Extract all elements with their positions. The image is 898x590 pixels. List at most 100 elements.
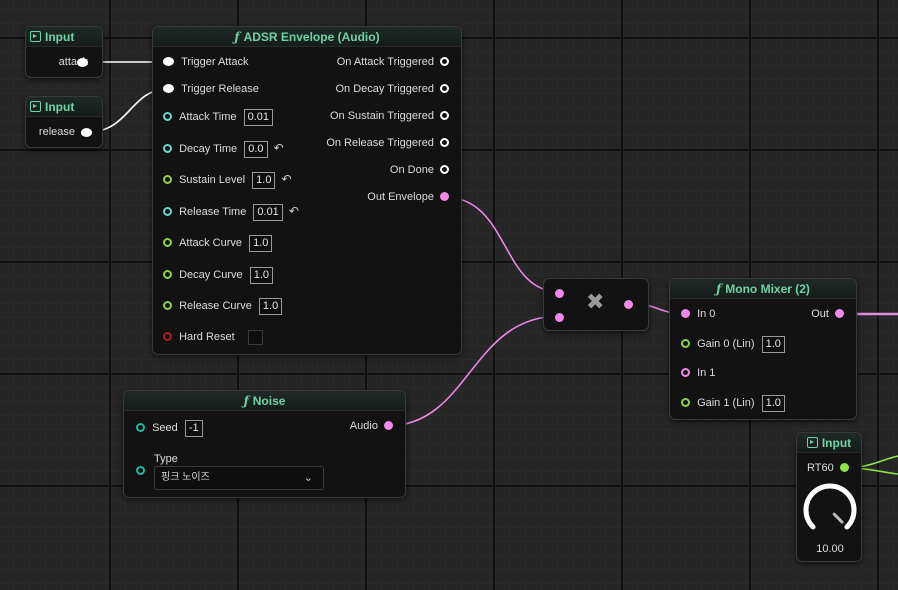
reset-arrow-icon[interactable]: ↶ — [289, 204, 299, 218]
trigger-attack-pin[interactable] — [163, 57, 174, 66]
rt60-output-label: RT60 — [807, 462, 834, 474]
rt60-knob-value: 10.00 — [816, 543, 844, 555]
sustain-level-label: Sustain Level — [179, 174, 246, 187]
multiply-icon: ✖ — [586, 289, 605, 314]
mixer-gain0-pin[interactable] — [681, 339, 690, 349]
decay-time-row: Decay Time 0.0 ↶ — [163, 141, 284, 158]
multiply-node[interactable]: ✖ — [543, 278, 649, 331]
trigger-release-row: Trigger Release — [163, 83, 259, 95]
on-sustain-triggered-row: On Sustain Triggered — [330, 110, 449, 122]
mixer-gain0-row: Gain 0 (Lin) 1.0 — [681, 336, 785, 353]
on-attack-triggered-row: On Attack Triggered — [337, 56, 449, 68]
decay-time-pin[interactable] — [163, 144, 172, 154]
on-sustain-triggered-pin[interactable] — [440, 111, 449, 120]
mixer-gain0-field[interactable]: 1.0 — [761, 336, 785, 353]
attack-output-pin[interactable] — [77, 58, 88, 67]
release-time-pin[interactable] — [163, 207, 172, 217]
attack-curve-label: Attack Curve — [179, 237, 243, 250]
sustain-level-pin[interactable] — [163, 175, 172, 185]
mixer-out-pin[interactable] — [835, 309, 844, 318]
adsr-title: ƒ ADSR Envelope (Audio) — [153, 27, 461, 47]
mixer-gain1-field[interactable]: 1.0 — [761, 395, 785, 412]
input-node-icon — [30, 101, 41, 112]
knob-pointer — [832, 512, 844, 524]
attack-curve-field[interactable]: 1.0 — [249, 235, 273, 252]
mixer-in1-row: In 1 — [681, 367, 715, 379]
hard-reset-row: Hard Reset — [163, 330, 263, 345]
seed-field[interactable]: -1 — [184, 420, 203, 437]
rt60-knob-graphic — [803, 483, 857, 530]
mixer-gain1-pin[interactable] — [681, 398, 690, 408]
decay-curve-pin[interactable] — [163, 270, 172, 280]
decay-curve-row: Decay Curve 1.0 — [163, 267, 273, 284]
release-time-label: Release Time — [179, 206, 247, 219]
input-rt60-title: Input — [797, 433, 861, 453]
seed-row: Seed -1 — [136, 420, 203, 437]
trigger-attack-label: Trigger Attack — [181, 56, 249, 68]
release-output-pin[interactable] — [81, 128, 92, 137]
on-release-triggered-label: On Release Triggered — [326, 137, 434, 149]
input-rt60-node[interactable]: Input RT60 10.00 — [796, 432, 862, 562]
noise-title: ƒ Noise — [124, 391, 405, 411]
trigger-attack-row: Trigger Attack — [163, 56, 249, 68]
knob-arc — [803, 483, 857, 530]
mono-mixer-node[interactable]: ƒ Mono Mixer (2) In 0 Gain 0 (Lin) 1.0 In… — [669, 278, 857, 420]
multiply-input-a-pin[interactable] — [555, 289, 564, 298]
noise-audio-pin[interactable] — [384, 421, 393, 430]
reset-arrow-icon[interactable]: ↶ — [282, 172, 292, 186]
function-icon: ƒ — [716, 282, 722, 296]
attack-time-field[interactable]: 0.01 — [243, 109, 274, 126]
decay-time-field[interactable]: 0.0 — [244, 141, 268, 158]
seed-pin[interactable] — [136, 423, 145, 433]
noise-node[interactable]: ƒ Noise Seed -1 Type 핑크 노이즈 ⌄ Audio — [123, 390, 406, 498]
attack-curve-pin[interactable] — [163, 238, 172, 248]
adsr-envelope-node[interactable]: ƒ ADSR Envelope (Audio) Trigger Attack Tr… — [152, 26, 462, 355]
seed-label: Seed — [152, 422, 178, 435]
rt60-output-row: RT60 — [807, 462, 849, 474]
mixer-gain0-label: Gain 0 (Lin) — [697, 338, 755, 351]
mixer-out-label: Out — [811, 308, 829, 320]
on-release-triggered-pin[interactable] — [440, 138, 449, 147]
on-decay-triggered-label: On Decay Triggered — [335, 83, 434, 95]
type-label: Type — [154, 453, 178, 465]
on-attack-triggered-pin[interactable] — [440, 57, 449, 66]
mixer-out-row: Out — [811, 308, 844, 320]
attack-time-label: Attack Time — [179, 111, 237, 124]
release-time-field[interactable]: 0.01 — [253, 204, 283, 221]
mixer-in1-pin[interactable] — [681, 368, 690, 377]
type-pin[interactable] — [136, 466, 145, 475]
mixer-gain1-label: Gain 1 (Lin) — [697, 397, 755, 410]
noise-type-select[interactable]: 핑크 노이즈 ⌄ — [154, 466, 324, 490]
attack-curve-row: Attack Curve 1.0 — [163, 235, 273, 252]
on-release-triggered-row: On Release Triggered — [326, 137, 449, 149]
function-icon: ƒ — [243, 394, 249, 408]
function-icon: ƒ — [234, 30, 240, 44]
rt60-knob[interactable] — [801, 481, 859, 539]
trigger-release-pin[interactable] — [163, 84, 174, 93]
input-attack-title: Input — [26, 27, 102, 47]
out-envelope-row: Out Envelope — [367, 191, 449, 203]
input-attack-node[interactable]: Input attack — [25, 26, 103, 78]
on-decay-triggered-pin[interactable] — [440, 84, 449, 93]
chevron-down-icon: ⌄ — [303, 472, 313, 484]
sustain-level-field[interactable]: 1.0 — [252, 172, 276, 189]
input-release-node[interactable]: Input release — [25, 96, 103, 148]
release-curve-pin[interactable] — [163, 301, 172, 311]
mixer-in1-label: In 1 — [697, 367, 716, 379]
hard-reset-checkbox[interactable] — [247, 330, 263, 345]
decay-curve-label: Decay Curve — [179, 269, 243, 282]
attack-time-pin[interactable] — [163, 112, 172, 122]
multiply-input-b-pin[interactable] — [555, 313, 564, 322]
noise-type-value: 핑크 노이즈 — [161, 472, 210, 483]
decay-curve-field[interactable]: 1.0 — [249, 267, 273, 284]
on-done-pin[interactable] — [440, 165, 449, 174]
mixer-gain1-row: Gain 1 (Lin) 1.0 — [681, 395, 785, 412]
on-attack-triggered-label: On Attack Triggered — [336, 56, 434, 68]
multiply-output-pin[interactable] — [624, 300, 633, 309]
out-envelope-pin[interactable] — [440, 192, 449, 201]
release-curve-field[interactable]: 1.0 — [258, 298, 283, 315]
mixer-in0-pin[interactable] — [681, 309, 690, 318]
reset-arrow-icon[interactable]: ↶ — [274, 141, 284, 155]
hard-reset-pin[interactable] — [163, 332, 172, 342]
rt60-output-pin[interactable] — [839, 463, 849, 472]
